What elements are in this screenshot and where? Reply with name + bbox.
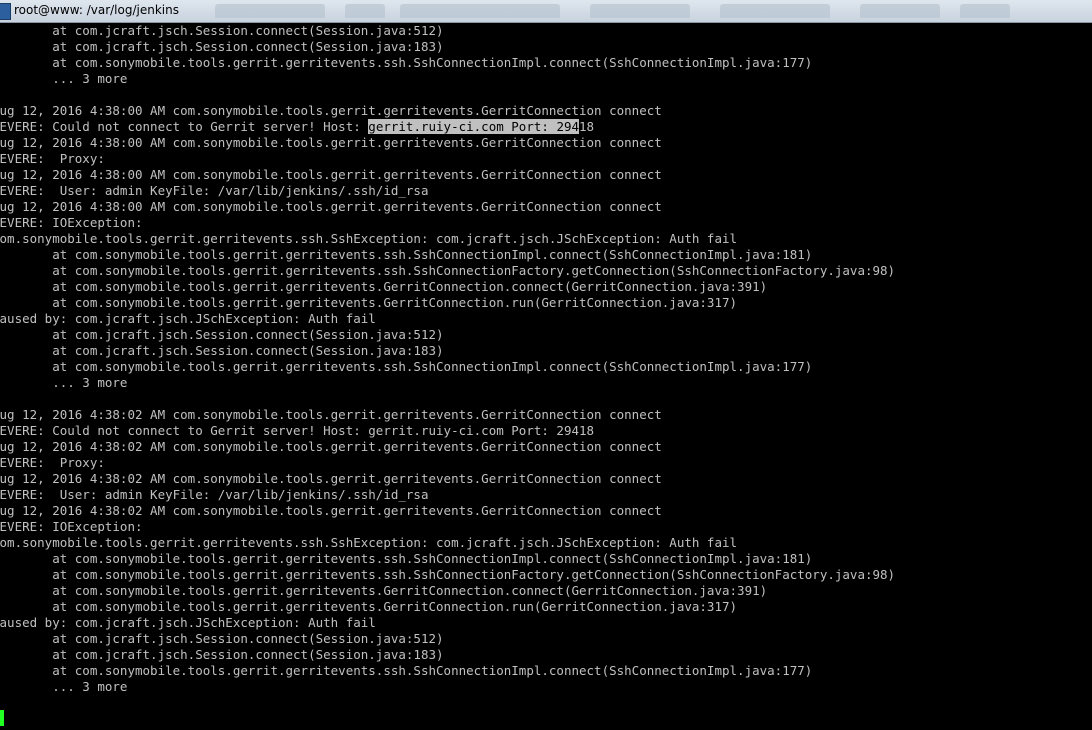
terminal-line: at com.jcraft.jsch.Session.connect(Sessi… <box>0 327 444 342</box>
terminal-line: com.sonymobile.tools.gerrit.gerritevents… <box>0 231 738 246</box>
terminal-line: at com.sonymobile.tools.gerrit.gerriteve… <box>0 295 738 310</box>
terminal-cursor <box>0 710 4 726</box>
terminal-line: at com.jcraft.jsch.Session.connect(Sessi… <box>0 39 444 54</box>
terminal-output[interactable]: at com.jcraft.jsch.Session.connect(Sessi… <box>0 23 1092 730</box>
terminal-line: Caused by: com.jcraft.jsch.JSchException… <box>0 311 376 326</box>
background-tab <box>215 4 325 18</box>
terminal-line: Aug 12, 2016 4:38:00 AM com.sonymobile.t… <box>0 167 662 182</box>
terminal-line: at com.sonymobile.tools.gerrit.gerriteve… <box>0 567 896 582</box>
background-tab <box>720 4 830 18</box>
terminal-line: at com.sonymobile.tools.gerrit.gerriteve… <box>0 551 813 566</box>
background-tab <box>400 4 560 18</box>
background-tab <box>590 4 690 18</box>
terminal-line: SEVERE: Proxy: <box>0 455 105 470</box>
terminal-line: at com.jcraft.jsch.Session.connect(Sessi… <box>0 631 444 646</box>
terminal-line: SEVERE: IOException: <box>0 519 143 534</box>
terminal-line: SEVERE: Proxy: <box>0 151 105 166</box>
terminal-line: Aug 12, 2016 4:38:00 AM com.sonymobile.t… <box>0 199 662 214</box>
terminal-line: at com.sonymobile.tools.gerrit.gerriteve… <box>0 583 768 598</box>
terminal-line: Aug 12, 2016 4:38:02 AM com.sonymobile.t… <box>0 471 662 486</box>
terminal-line: Aug 12, 2016 4:38:02 AM com.sonymobile.t… <box>0 439 662 454</box>
putty-terminal-icon <box>0 3 11 20</box>
terminal-line: at com.jcraft.jsch.Session.connect(Sessi… <box>0 647 444 662</box>
terminal-line: Aug 12, 2016 4:38:02 AM com.sonymobile.t… <box>0 407 662 422</box>
terminal-line: Aug 12, 2016 4:38:00 AM com.sonymobile.t… <box>0 135 662 150</box>
terminal-line: at com.sonymobile.tools.gerrit.gerriteve… <box>0 263 896 278</box>
window-title: root@www: /var/log/jenkins <box>14 3 179 17</box>
background-tab <box>860 4 940 18</box>
terminal-line: at com.sonymobile.tools.gerrit.gerriteve… <box>0 279 768 294</box>
background-tab <box>960 4 1010 18</box>
terminal-line: Aug 12, 2016 4:38:00 AM com.sonymobile.t… <box>0 103 662 118</box>
terminal-line: at com.jcraft.jsch.Session.connect(Sessi… <box>0 23 444 38</box>
selected-text: gerrit.ruiy-ci.com Port: 294 <box>368 119 580 134</box>
terminal-line: at com.sonymobile.tools.gerrit.gerriteve… <box>0 599 738 614</box>
background-tab <box>345 4 385 18</box>
terminal-line: at com.sonymobile.tools.gerrit.gerriteve… <box>0 663 813 678</box>
terminal-line: ... 3 more <box>0 679 128 694</box>
terminal-line: Caused by: com.jcraft.jsch.JSchException… <box>0 615 376 630</box>
window-titlebar[interactable]: root@www: /var/log/jenkins <box>0 0 1092 23</box>
terminal-line: SEVERE: User: admin KeyFile: /var/lib/je… <box>0 183 429 198</box>
terminal-line: SEVERE: Could not connect to Gerrit serv… <box>0 119 595 134</box>
terminal-line: SEVERE: User: admin KeyFile: /var/lib/je… <box>0 487 429 502</box>
terminal-line: ... 3 more <box>0 375 128 390</box>
terminal-line: at com.sonymobile.tools.gerrit.gerriteve… <box>0 359 813 374</box>
terminal-line: SEVERE: IOException: <box>0 215 143 230</box>
terminal-line: SEVERE: Could not connect to Gerrit serv… <box>0 423 595 438</box>
terminal-line: com.sonymobile.tools.gerrit.gerritevents… <box>0 535 738 550</box>
terminal-line: at com.jcraft.jsch.Session.connect(Sessi… <box>0 343 444 358</box>
terminal-line: Aug 12, 2016 4:38:02 AM com.sonymobile.t… <box>0 503 662 518</box>
terminal-line: ... 3 more <box>0 71 128 86</box>
terminal-line: at com.sonymobile.tools.gerrit.gerriteve… <box>0 247 813 262</box>
terminal-line: at com.sonymobile.tools.gerrit.gerriteve… <box>0 55 813 70</box>
